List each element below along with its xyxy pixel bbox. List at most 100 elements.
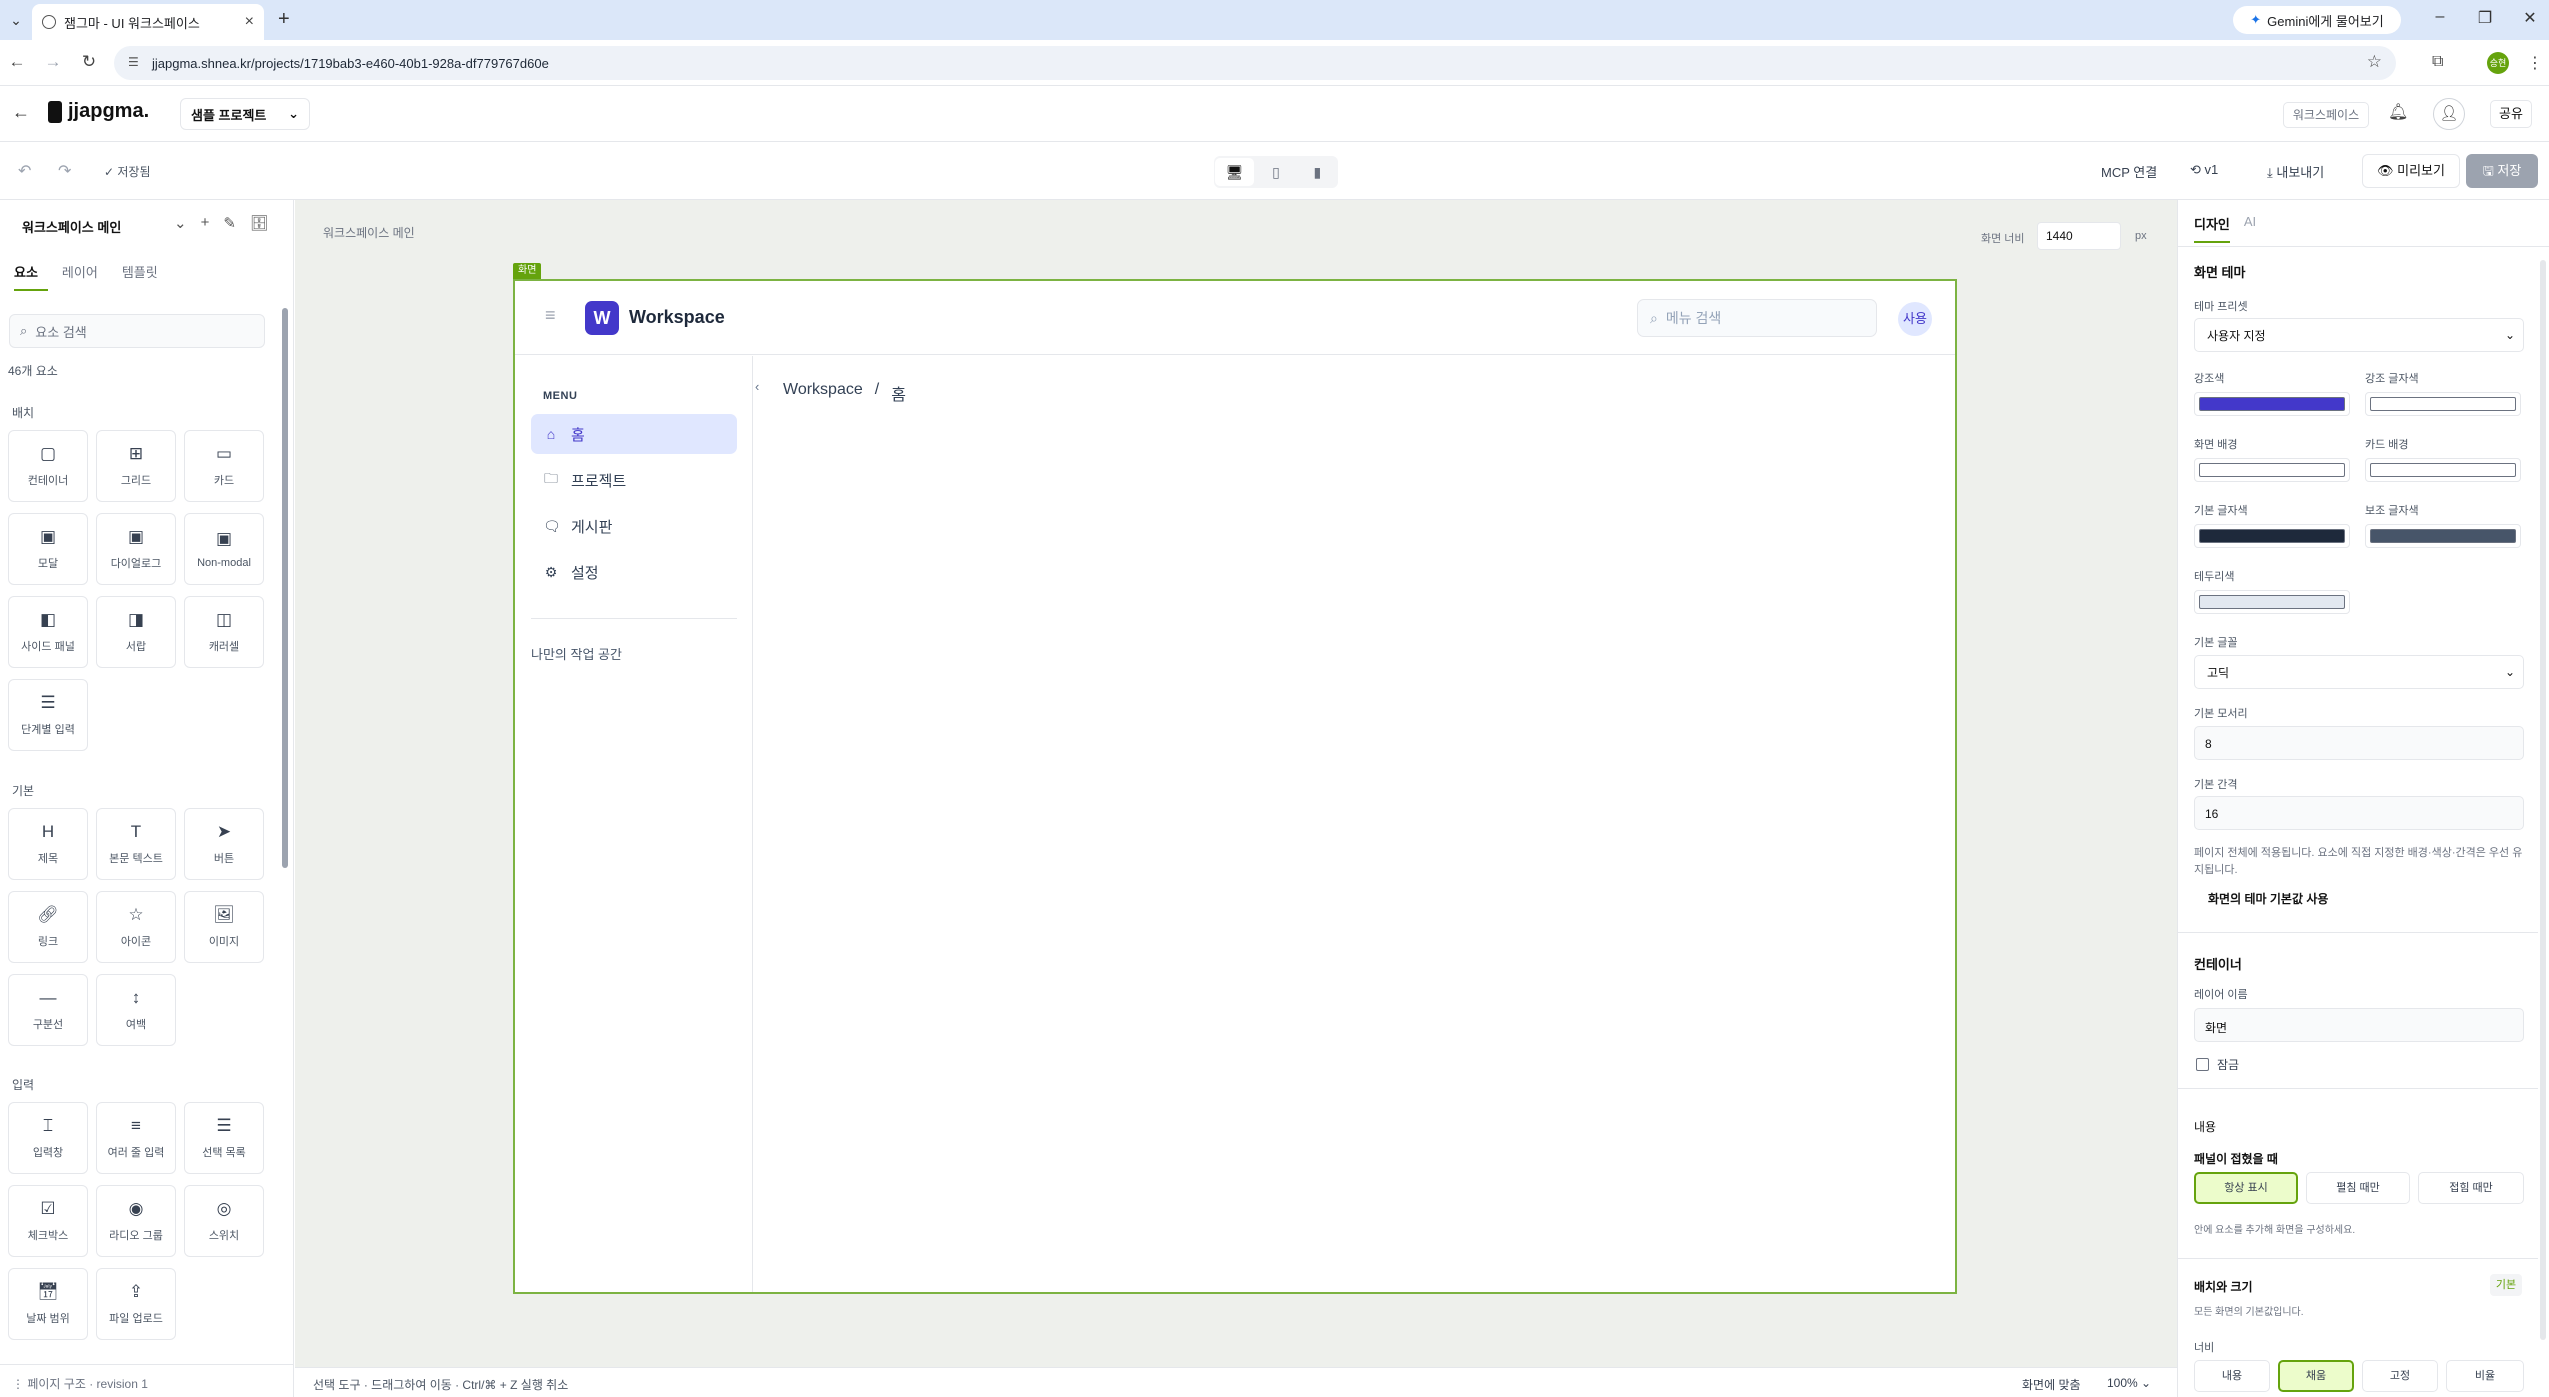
comp-select[interactable]: ☰ 선택 목록 [184,1102,264,1174]
comp-spacer[interactable]: ↕ 여백 [96,974,176,1046]
tab-ai[interactable]: AI [2244,214,2256,243]
sidebar-item-board[interactable]: 🗨︎ 게시판 [531,506,737,546]
text-color-swatch[interactable] [2194,524,2350,548]
comp-container[interactable]: ▢ 컨테이너 [8,430,88,502]
mcp-button[interactable]: MCP 연결 [2101,162,2157,181]
accent-color-swatch[interactable] [2194,392,2350,416]
layer-name-input[interactable]: 화면 [2194,1008,2524,1042]
card-bg-swatch[interactable] [2365,458,2521,482]
desktop-icon[interactable]: 🖥︎ [1215,158,1255,186]
frame-tag[interactable]: 화면 [513,263,542,279]
extensions-icon[interactable]: ⧉ [2432,53,2443,71]
tab-templates[interactable]: 템플릿 [122,262,168,291]
archive-icon[interactable]: 🗄︎ [250,214,269,232]
address-bar[interactable]: ☰ jjapgma.shnea.kr/projects/1719bab3-e46… [114,46,2396,80]
comp-link[interactable]: 🔗︎ 링크 [8,891,88,963]
sidebar-item-settings[interactable]: ⚙ 설정 [531,552,737,592]
comp-textarea[interactable]: ≡ 여러 줄 입력 [96,1102,176,1174]
forward-icon[interactable]: → [42,52,64,72]
width-opt-fill[interactable]: 채움 [2278,1360,2354,1392]
sidebar-item-projects[interactable]: 🗀︎ 프로젝트 [531,460,737,500]
export-button[interactable]: ⤓ 내보내기 [2267,162,2324,181]
element-search-input[interactable]: ⌕ 요소 검색 [9,314,265,348]
tablet-icon[interactable]: ▯ [1256,158,1295,186]
comp-checkbox[interactable]: ☑ 체크박스 [8,1185,88,1257]
hamburger-icon[interactable]: ≡ [545,305,556,326]
edit-icon[interactable]: ✎ [223,214,236,232]
profile-avatar[interactable]: 승현 [2487,52,2509,74]
width-opt-fixed[interactable]: 고정 [2362,1360,2438,1392]
width-opt-ratio[interactable]: 비율 [2446,1360,2524,1392]
theme-preset-select[interactable]: 사용자 지정 ⌄ [2194,318,2524,352]
close-tab-icon[interactable]: × [245,13,254,31]
zoom-select[interactable]: 100% ⌄ [2107,1376,2151,1390]
accent-text-color-swatch[interactable] [2365,392,2521,416]
left-scrollbar[interactable] [282,308,288,868]
comp-icon[interactable]: ☆ 아이콘 [96,891,176,963]
save-button[interactable]: 🖫︎ 저장 [2466,154,2538,188]
user-icon[interactable]: 👤︎ [2433,98,2465,130]
redo-icon[interactable]: ↷ [58,161,71,181]
comp-grid[interactable]: ⊞ 그리드 [96,430,176,502]
screen-bg-swatch[interactable] [2194,458,2350,482]
share-button[interactable]: 공유 [2490,100,2532,128]
comp-dialog[interactable]: ▣ 다이얼로그 [96,513,176,585]
comp-button[interactable]: ➤ 버튼 [184,808,264,880]
screen-frame[interactable]: ≡ W Workspace ⌕ 메뉴 검색 사용 MENU ⌂ 홈 🗀︎ 프로젝트 … [513,279,1957,1294]
breadcrumb-root[interactable]: Workspace [783,381,863,405]
restore-icon[interactable]: ❐ [2470,8,2500,28]
back-icon[interactable]: ← [6,52,28,72]
close-window-icon[interactable]: ✕ [2515,8,2545,28]
browser-tab[interactable]: 잼그마 - UI 워크스페이스 × [32,4,264,40]
comp-image[interactable]: 🖼︎ 이미지 [184,891,264,963]
theme-default-button[interactable]: 화면의 테마 기본값 사용 [2208,890,2328,907]
comp-side-panel[interactable]: ◧ 사이드 패널 [8,596,88,668]
bookmark-star-icon[interactable]: ☆ [2367,52,2382,72]
mobile-icon[interactable]: ▮ [1298,158,1337,186]
comp-body-text[interactable]: T 본문 텍스트 [96,808,176,880]
font-select[interactable]: 고딕 ⌄ [2194,655,2524,689]
screen-width-input[interactable]: 1440 [2037,222,2121,250]
app-logo[interactable]: jjapgma. [48,100,149,123]
menu-search-input[interactable]: ⌕ 메뉴 검색 [1637,299,1877,337]
comp-nonmodal[interactable]: ▣ Non-modal [184,513,264,585]
new-tab-icon[interactable]: + [278,8,290,31]
tab-design[interactable]: 디자인 [2194,214,2230,243]
preview-button[interactable]: 👁︎ 미리보기 [2362,154,2460,188]
comp-radio[interactable]: ◉ 라디오 그룹 [96,1185,176,1257]
bell-icon[interactable]: 🔔︎ [2388,102,2408,122]
sidebar-item-home[interactable]: ⌂ 홈 [531,414,737,454]
collapse-opt-collapsed[interactable]: 접힘 때만 [2418,1172,2524,1204]
spacing-input[interactable]: 16 [2194,796,2524,830]
comp-carousel[interactable]: ◫ 캐러셀 [184,596,264,668]
avatar[interactable]: 사용 [1898,302,1932,336]
comp-stepper[interactable]: ☰ 단계별 입력 [8,679,88,751]
comp-file-upload[interactable]: ⇪ 파일 업로드 [96,1268,176,1340]
right-scrollbar[interactable] [2540,260,2546,1340]
my-workspace-link[interactable]: 나만의 작업 공간 [531,644,622,663]
site-info-icon[interactable]: ☰ [128,55,139,69]
gemini-button[interactable]: ✦ Gemini에게 물어보기 [2233,6,2401,34]
comp-modal[interactable]: ▣ 모달 [8,513,88,585]
tab-search-icon[interactable]: ⌄ [6,10,26,30]
add-page-icon[interactable]: + [201,214,210,232]
workspace-button[interactable]: 워크스페이스 [2283,102,2369,128]
comp-card[interactable]: ▭ 카드 [184,430,264,502]
comp-heading[interactable]: H 제목 [8,808,88,880]
undo-icon[interactable]: ↶ [18,161,31,181]
tab-elements[interactable]: 요소 [14,262,48,291]
page-structure-footer[interactable]: ⋮ 페이지 구조 · revision 1 [0,1364,294,1397]
secondary-text-swatch[interactable] [2365,524,2521,548]
page-select[interactable]: 워크스페이스 메인 [22,217,121,236]
back-arrow-icon[interactable]: ← [12,102,30,123]
reload-icon[interactable]: ↻ [78,52,100,72]
minimize-icon[interactable]: – [2425,8,2455,26]
comp-switch[interactable]: ◎ 스위치 [184,1185,264,1257]
project-select[interactable]: 샘플 프로젝트 ⌄ [180,98,310,130]
comp-input[interactable]: ⌶ 입력창 [8,1102,88,1174]
radius-input[interactable]: 8 [2194,726,2524,760]
width-opt-content[interactable]: 내용 [2194,1360,2270,1392]
comp-date-range[interactable]: 📅︎ 날짜 범위 [8,1268,88,1340]
border-color-swatch[interactable] [2194,590,2350,614]
comp-divider[interactable]: — 구분선 [8,974,88,1046]
